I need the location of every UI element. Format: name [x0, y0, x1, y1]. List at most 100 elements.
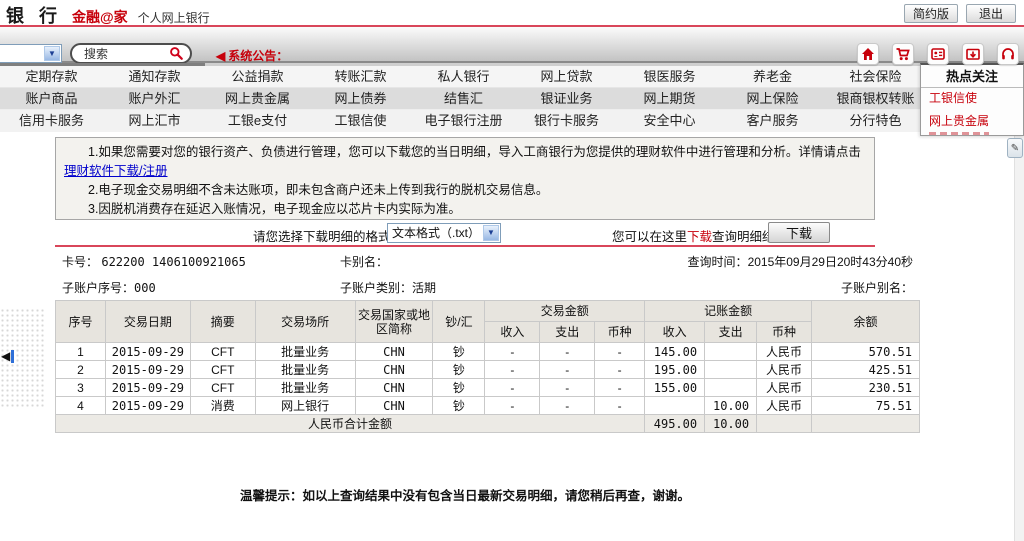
menu-item[interactable]: 网上债券 — [309, 88, 412, 109]
transaction-table: 序号 交易日期 摘要 交易场所 交易国家或地区简称 钞/汇 交易金额 记账金额 … — [55, 300, 920, 433]
menu-item[interactable]: 通知存款 — [103, 66, 206, 87]
menu-item[interactable]: 银医服务 — [618, 66, 721, 87]
sidebar-item-precious-metal[interactable]: 网上贵金属 — [921, 109, 1023, 132]
menu-item[interactable]: 银行卡服务 — [515, 110, 618, 132]
brand-finance-at-home: 金融@家 — [72, 7, 128, 27]
menu-item[interactable]: 银商银权转账 — [824, 88, 927, 109]
cell-txn-expense: - — [540, 343, 595, 361]
menu-item[interactable]: 分行特色 — [824, 110, 927, 132]
menu-item[interactable]: 工银e支付 — [206, 110, 309, 132]
menu-item[interactable]: 网上贷款 — [515, 66, 618, 87]
menu-item[interactable]: 结售汇 — [412, 88, 515, 109]
cell-rec-income: 195.00 — [645, 361, 705, 379]
search-icon[interactable] — [169, 46, 184, 61]
download-link[interactable]: 下载 — [687, 230, 712, 244]
cell-country: CHN — [355, 361, 433, 379]
quick-access-icons — [857, 43, 1019, 65]
header-rec-income: 收入 — [645, 322, 705, 343]
menu-item[interactable]: 客户服务 — [721, 110, 824, 132]
home-icon[interactable] — [857, 43, 879, 65]
account-info: 卡号： 622200 1406100921065 卡别名： 查询时间：2015年… — [55, 250, 920, 296]
cell-rec-currency: 人民币 — [757, 397, 812, 415]
menu-item[interactable]: 工银信使 — [309, 110, 412, 132]
total-income: 495.00 — [645, 415, 705, 433]
format-select[interactable]: 文本格式（.txt） ▼ — [387, 223, 501, 243]
cell-rec-currency: 人民币 — [757, 379, 812, 397]
cell-rec-expense: 10.00 — [705, 397, 757, 415]
menu-item[interactable]: 私人银行 — [412, 66, 515, 87]
header-rec-currency: 币种 — [757, 322, 812, 343]
header-txn-income: 收入 — [485, 322, 540, 343]
icbc-online-banking-page: 银 行 金融@家 个人网上银行 简约版 退出 ▼ ◀ 系统公告： — [0, 0, 1024, 541]
cell-rec-currency: 人民币 — [757, 343, 812, 361]
menu-item[interactable]: 公益捐款 — [206, 66, 309, 87]
notice-line-2: 2.电子现金交易明细不含未达账项，即未包含商户还未上传到我行的脱机交易信息。 — [64, 181, 866, 200]
cell-seq: 1 — [56, 343, 106, 361]
subaccount-seq: 子账户序号：000 — [62, 279, 156, 296]
menu-item[interactable]: 银证业务 — [515, 88, 618, 109]
cell-balance: 570.51 — [812, 343, 920, 361]
table-header: 序号 交易日期 摘要 交易场所 交易国家或地区简称 钞/汇 交易金额 记账金额 … — [56, 301, 920, 343]
menu-item[interactable]: 信用卡服务 — [0, 110, 103, 132]
cell-rec-income: 155.00 — [645, 379, 705, 397]
cell-summary: CFT — [190, 379, 255, 397]
top-header: 银 行 金融@家 个人网上银行 简约版 退出 — [0, 0, 1024, 26]
menu-item[interactable]: 网上期货 — [618, 88, 721, 109]
format-selected-value: 文本格式（.txt） — [392, 226, 480, 240]
download-button[interactable]: 下载 — [768, 222, 830, 243]
header-date: 交易日期 — [105, 301, 190, 343]
cell-cash: 钞 — [433, 397, 485, 415]
simple-version-button[interactable]: 简约版 — [904, 4, 958, 23]
sidebar-item-messenger[interactable]: 工银信使 — [921, 86, 1023, 109]
menu-item[interactable]: 网上贵金属 — [206, 88, 309, 109]
cell-country: CHN — [355, 379, 433, 397]
menu-item[interactable]: 网上汇市 — [103, 110, 206, 132]
right-edge-strip — [1014, 135, 1024, 541]
cell-cash: 钞 — [433, 379, 485, 397]
card-number: 卡号： 622200 1406100921065 — [62, 253, 246, 270]
header-cash: 钞/汇 — [433, 301, 485, 343]
table-body: 1 2015-09-29 CFT 批量业务 CHN 钞 - - - 145.00… — [56, 343, 920, 433]
menu-item[interactable]: 账户外汇 — [103, 88, 206, 109]
cell-balance: 75.51 — [812, 397, 920, 415]
menu-item[interactable]: 定期存款 — [0, 66, 103, 87]
search-input[interactable] — [84, 47, 169, 61]
hot-topics-title: 热点关注 — [921, 65, 1023, 88]
menu-item[interactable]: 账户商品 — [0, 88, 103, 109]
cell-place: 网上银行 — [255, 397, 355, 415]
announcement-label: 系统公告： — [228, 49, 288, 63]
mail-download-icon[interactable] — [962, 43, 984, 65]
notice-line-3: 3.因脱机消费存在延迟入账情况，电子现金应以芯片卡内实际为准。 — [64, 200, 866, 219]
header-place: 交易场所 — [255, 301, 355, 343]
cell-summary: 消费 — [190, 397, 255, 415]
menu-item[interactable]: 网上保险 — [721, 88, 824, 109]
total-label: 人民币合计金额 — [56, 415, 645, 433]
cell-summary: CFT — [190, 343, 255, 361]
table-row: 2 2015-09-29 CFT 批量业务 CHN 钞 - - - 195.00… — [56, 361, 920, 379]
cart-icon[interactable] — [892, 43, 914, 65]
total-expense: 10.00 — [705, 415, 757, 433]
logout-button[interactable]: 退出 — [966, 4, 1016, 23]
cell-seq: 2 — [56, 361, 106, 379]
menu-item[interactable]: 社会保险 — [824, 66, 927, 87]
cell-cash: 钞 — [433, 361, 485, 379]
collapse-sidebar-arrow[interactable]: ◀ — [1, 349, 14, 363]
menu-item[interactable]: 电子银行注册 — [412, 110, 515, 132]
side-tool-widget[interactable]: ✎ — [1007, 138, 1023, 158]
cell-txn-currency: - — [595, 397, 645, 415]
total-balance-empty — [812, 415, 920, 433]
search-box — [70, 43, 192, 64]
red-divider — [55, 245, 875, 247]
header-record-amount-group: 记账金额 — [645, 301, 812, 322]
cell-txn-currency: - — [595, 343, 645, 361]
menu-item[interactable]: 安全中心 — [618, 110, 721, 132]
finance-software-download-link[interactable]: 理财软件下载/注册 — [64, 164, 167, 178]
cell-summary: CFT — [190, 361, 255, 379]
menu-item[interactable]: 养老金 — [721, 66, 824, 87]
menu-item[interactable]: 转账汇款 — [309, 66, 412, 87]
contacts-icon[interactable] — [927, 43, 949, 65]
menu-dropdown[interactable]: ▼ — [0, 44, 62, 63]
headset-icon[interactable] — [997, 43, 1019, 65]
total-currency-empty — [757, 415, 812, 433]
card-alias: 卡别名： — [340, 253, 388, 270]
